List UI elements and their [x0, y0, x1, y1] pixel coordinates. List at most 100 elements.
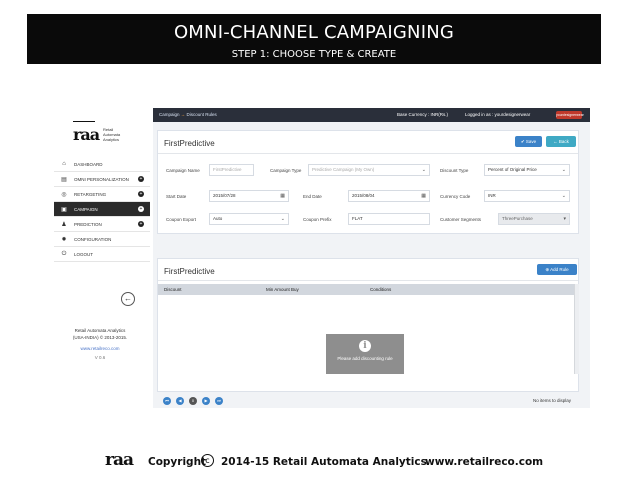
logo: raa Retail Automata Analytics	[73, 121, 133, 151]
next-page-icon[interactable]: ▶	[202, 397, 210, 405]
sidebar-item-omni-personalization[interactable]: ▤ OMNI PERSONALIZATION +	[54, 172, 150, 187]
app-window: raa Retail Automata Analytics ⌂ DASHBOAR…	[50, 108, 590, 408]
logged-in-user: Logged in as : yourdesignerwear	[465, 112, 531, 117]
current-page[interactable]: 0	[189, 397, 197, 405]
discount-rules-panel: FirstPredictive ⊕ Add Rule Discount Min …	[157, 258, 579, 392]
collapse-arrow-icon[interactable]: ←	[121, 292, 135, 306]
footer-logo: raa	[105, 450, 134, 470]
website-link[interactable]: www.retailreco.com	[425, 456, 543, 468]
coupon-export-select[interactable]: Auto ⌄	[209, 213, 289, 225]
empty-message: Please add discounting rule	[337, 356, 393, 361]
top-bar: Campaign → Discount Rules Base Currency …	[153, 108, 590, 122]
start-date-input[interactable]: 2015/07/28 ▦	[209, 190, 289, 202]
coupon-prefix-input[interactable]: FLAT	[348, 213, 430, 225]
vertical-scrollbar[interactable]	[574, 284, 579, 374]
last-page-icon[interactable]: ⏭	[215, 397, 223, 405]
rules-title: FirstPredictive	[164, 267, 215, 276]
copyright-years-company: 2014-15 Retail Automata Analytics	[221, 456, 427, 468]
breadcrumb-arrow-icon: →	[180, 112, 186, 117]
expand-plus-icon[interactable]: +	[138, 206, 144, 212]
sidebar-item-prediction[interactable]: ♟ PREDICTION +	[54, 217, 150, 232]
sidebar-item-label: PREDICTION	[74, 221, 102, 227]
start-date-label: Start Date	[166, 194, 187, 199]
customer-segments-select[interactable]: ThreePurchase ▾	[498, 213, 570, 225]
calendar-icon: ▦	[421, 193, 426, 199]
coupon-export-label: Coupon Export	[166, 217, 197, 222]
form-title: FirstPredictive	[164, 139, 215, 148]
currency-code-label: Currency Code	[440, 194, 471, 199]
home-icon: ⌂	[62, 161, 66, 167]
column-header-min-amount[interactable]: Min Amount Buy	[266, 284, 299, 295]
gear-icon: ✹	[61, 236, 67, 243]
expand-plus-icon[interactable]: +	[138, 191, 144, 197]
sidebar: raa Retail Automata Analytics ⌂ DASHBOAR…	[50, 108, 150, 408]
chevron-down-icon: ⌄	[561, 167, 566, 173]
sidebar-item-campaign[interactable]: ▣ CAMPAIGN +	[54, 202, 150, 217]
campaign-name-input[interactable]: FirstPredictive	[209, 164, 254, 176]
discount-type-label: Discount Type	[440, 168, 469, 173]
copyright-symbol: c	[201, 454, 214, 467]
sidebar-item-label: RETARGETING	[74, 191, 107, 197]
sidebar-item-label: OMNI PERSONALIZATION	[74, 176, 129, 182]
sidebar-item-dashboard[interactable]: ⌂ DASHBOARD	[54, 157, 150, 172]
base-currency: Base Currency : INR(Rs.)	[397, 112, 449, 117]
power-icon: ⏻	[61, 250, 67, 257]
cart-icon: ▤	[61, 176, 67, 183]
sidebar-item-label: DASHBOARD	[74, 161, 103, 167]
breadcrumb-campaign[interactable]: Campaign	[159, 112, 180, 117]
sidebar-item-retargeting[interactable]: ◎ RETARGETING +	[54, 187, 150, 202]
first-page-icon[interactable]: ⏮	[163, 397, 171, 405]
banner-subtitle: STEP 1: CHOOSE TYPE & CREATE	[231, 49, 397, 60]
sidebar-item-label: CAMPAIGN	[74, 206, 98, 212]
end-date-label: End Date	[303, 194, 322, 199]
campaign-type-label: Campaign Type	[270, 168, 302, 173]
calendar-icon: ▦	[280, 193, 285, 199]
add-rule-button[interactable]: ⊕ Add Rule	[537, 264, 577, 275]
no-items-label: No items to display	[532, 398, 571, 403]
empty-state: i Please add discounting rule	[326, 334, 404, 374]
sidebar-item-logout[interactable]: ⏻ LOGOUT	[54, 247, 150, 262]
panel-divider	[158, 153, 578, 154]
customer-segments-label: Customer Segments	[440, 217, 482, 222]
caret-down-icon: ▾	[563, 216, 566, 222]
sidebar-nav: ⌂ DASHBOARD ▤ OMNI PERSONALIZATION + ◎ R…	[54, 157, 150, 262]
sidebar-item-label: CONFIGURATION	[74, 236, 112, 242]
main-content: Campaign → Discount Rules Base Currency …	[153, 108, 590, 408]
sidebar-footer: Retail Automata Analytics (USA-INDIA) © …	[60, 327, 140, 361]
target-icon: ◎	[61, 191, 67, 198]
banner-title: OMNI-CHANNEL CAMPAIGNING	[173, 22, 455, 43]
campaign-form-panel: FirstPredictive ✔ Save ← Back Campaign N…	[157, 130, 579, 234]
breadcrumb: Campaign → Discount Rules	[159, 112, 217, 117]
sidebar-item-label: LOGOUT	[74, 251, 94, 257]
title-banner: OMNI-CHANNEL CAMPAIGNING STEP 1: CHOOSE …	[27, 14, 601, 64]
chevron-down-icon: ⌄	[280, 216, 285, 222]
column-header-discount[interactable]: Discount	[164, 284, 182, 295]
slide-footer: raa Copyright c 2014-15 Retail Automata …	[0, 447, 638, 475]
panel-divider	[158, 280, 578, 281]
expand-plus-icon[interactable]: +	[138, 176, 144, 182]
copyright-word: Copyright	[148, 456, 207, 468]
user-icon: ♟	[61, 221, 67, 228]
prev-page-icon[interactable]: ◀	[176, 397, 184, 405]
logo-mark: raa	[73, 125, 100, 144]
campaign-name-label: Campaign Name	[166, 168, 200, 173]
document-icon: ▣	[61, 206, 67, 213]
breadcrumb-discount-rules: Discount Rules	[186, 112, 217, 117]
sidebar-item-configuration[interactable]: ✹ CONFIGURATION	[54, 232, 150, 247]
discount-type-select[interactable]: Percent of Original Price ⌄	[484, 164, 570, 176]
save-button[interactable]: ✔ Save	[515, 136, 542, 147]
back-button[interactable]: ← Back	[546, 136, 576, 147]
pagination: ⏮ ◀ 0 ▶ ⏭ No items to display	[157, 395, 583, 407]
footer-link[interactable]: www.retailreco.com	[60, 345, 140, 352]
footer-company: Retail Automata Analytics	[74, 328, 126, 333]
column-header-conditions[interactable]: Conditions	[370, 284, 391, 295]
chevron-down-icon: ⌄	[421, 167, 426, 173]
footer-copyright: (USA-INDIA) © 2013-2015.	[72, 335, 128, 340]
rules-table-header: Discount Min Amount Buy Conditions	[158, 284, 574, 295]
footer-version: V 0.6	[94, 355, 106, 360]
end-date-input[interactable]: 2015/08/04 ▦	[348, 190, 430, 202]
info-icon: i	[359, 340, 371, 352]
campaign-type-select[interactable]: Predictive Campaign (My Own) ⌄	[308, 164, 430, 176]
currency-code-select[interactable]: INR ⌄	[484, 190, 570, 202]
expand-plus-icon[interactable]: +	[138, 221, 144, 227]
